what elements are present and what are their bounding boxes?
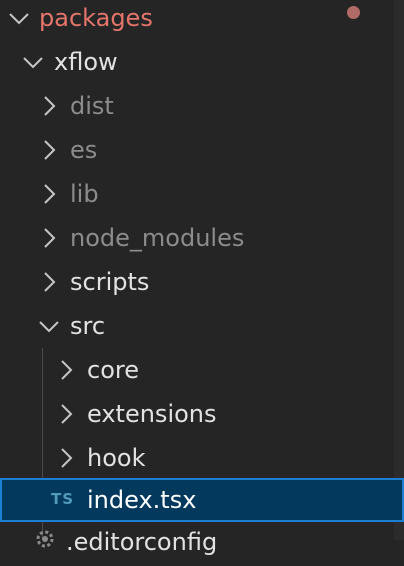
- folder-label: lib: [70, 180, 99, 208]
- folder-label: xflow: [54, 48, 118, 76]
- chevron-down-icon: [36, 313, 62, 339]
- folder-extensions[interactable]: extensions: [0, 392, 404, 436]
- folder-label: hook: [87, 444, 146, 472]
- folder-label: dist: [70, 92, 114, 120]
- folder-hook[interactable]: hook: [0, 436, 404, 480]
- folder-scripts[interactable]: scripts: [0, 260, 404, 304]
- folder-dist[interactable]: dist: [0, 84, 404, 128]
- file-label: .editorconfig: [66, 528, 218, 556]
- folder-src[interactable]: src: [0, 304, 404, 348]
- chevron-right-icon: [53, 445, 79, 471]
- typescript-icon: TS: [51, 490, 75, 508]
- chevron-right-icon: [53, 401, 79, 427]
- chevron-right-icon: [36, 93, 62, 119]
- folder-label: extensions: [87, 400, 217, 428]
- chevron-right-icon: [36, 225, 62, 251]
- folder-core[interactable]: core: [0, 348, 404, 392]
- chevron-right-icon: [53, 357, 79, 383]
- file-index-tsx[interactable]: TS index.tsx: [0, 478, 404, 522]
- folder-label: src: [70, 312, 106, 340]
- folder-label: es: [70, 136, 98, 164]
- gear-icon: [36, 530, 54, 548]
- chevron-right-icon: [36, 269, 62, 295]
- modified-dot-icon: [347, 6, 360, 19]
- file-editorconfig[interactable]: .editorconfig: [0, 522, 404, 566]
- folder-xflow[interactable]: xflow: [0, 40, 404, 84]
- folder-label: node_modules: [70, 224, 245, 252]
- chevron-right-icon: [36, 137, 62, 163]
- chevron-down-icon: [6, 5, 32, 31]
- folder-label: packages: [39, 4, 153, 32]
- folder-label: scripts: [70, 268, 150, 296]
- folder-packages[interactable]: packages: [0, 0, 404, 40]
- file-explorer-tree: packages xflow dist es lib node_modules: [0, 0, 404, 556]
- folder-node-modules[interactable]: node_modules: [0, 216, 404, 260]
- file-label: index.tsx: [87, 486, 197, 514]
- folder-es[interactable]: es: [0, 128, 404, 172]
- folder-label: core: [87, 356, 139, 384]
- chevron-right-icon: [36, 181, 62, 207]
- chevron-down-icon: [20, 49, 46, 75]
- folder-lib[interactable]: lib: [0, 172, 404, 216]
